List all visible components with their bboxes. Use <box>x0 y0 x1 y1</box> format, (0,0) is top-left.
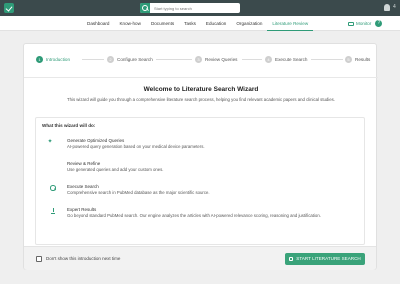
feature-title: Execute Search <box>67 184 99 189</box>
step-review-queries[interactable]: 3 Review Queries <box>195 56 237 63</box>
step-connector <box>156 59 192 60</box>
notification-count: 4 <box>393 4 396 10</box>
nav-item-documents[interactable]: Documents <box>146 16 179 31</box>
step-number: 5 <box>345 56 352 63</box>
step-label: Results <box>355 57 371 62</box>
play-icon <box>289 256 294 261</box>
nav-item-organization[interactable]: Organization <box>231 16 267 31</box>
feature-desc: Go beyond standard PubMed search. Our en… <box>67 213 321 218</box>
step-results[interactable]: 5 Results <box>345 56 370 63</box>
step-label: Execute Search <box>275 57 308 62</box>
step-configure-search[interactable]: 2 Configure Search <box>107 56 153 63</box>
step-number: 2 <box>107 56 114 63</box>
nav-right: Monitor ? <box>348 20 383 27</box>
nav-item-literature-review[interactable]: Literature Review <box>267 16 314 31</box>
nav-item-know-how[interactable]: Know-how <box>114 16 145 31</box>
global-search[interactable] <box>140 3 240 13</box>
wizard-intro: This wizard will guide you through a com… <box>67 97 335 102</box>
start-button-label: START LITERATURE SEARCH <box>296 256 361 261</box>
search-input[interactable] <box>150 5 238 11</box>
nav-item-tasks[interactable]: Tasks <box>179 16 201 31</box>
bell-icon[interactable] <box>384 4 390 11</box>
nav-item-dashboard[interactable]: Dashboard <box>82 16 114 31</box>
step-number: 1 <box>36 56 43 63</box>
feature-desc: Use generated queries and add your custo… <box>67 167 164 172</box>
features-heading: What this wizard will do: <box>42 123 96 128</box>
wizard-stepper: 1 Introduction 2 Configure Search 3 Revi… <box>24 44 378 78</box>
step-introduction[interactable]: 1 Introduction <box>36 56 70 63</box>
top-bar: 4 <box>0 0 400 16</box>
nav-items: Dashboard Know-how Documents Tasks Educa… <box>82 16 314 31</box>
search-icon <box>47 185 53 191</box>
wizard-title: Welcome to Literature Search Wizard <box>143 86 259 93</box>
help-icon[interactable]: ? <box>375 20 383 27</box>
search-icon <box>140 3 150 13</box>
checkbox-icon <box>47 162 53 168</box>
feature-title: Review & Refine <box>67 161 101 166</box>
feature-title: Expert Results <box>67 207 97 212</box>
dont-show-checkbox[interactable] <box>36 256 42 262</box>
wizard-footer: Don't show this introduction next time S… <box>24 246 376 270</box>
literature-search-wizard: 1 Introduction 2 Configure Search 3 Revi… <box>23 43 378 270</box>
step-label: Review Queries <box>205 57 238 62</box>
feature-desc: AI-powered query generation based on you… <box>67 144 205 149</box>
monitor-link[interactable]: Monitor <box>356 21 371 26</box>
step-execute-search[interactable]: 4 Execute Search <box>265 56 307 63</box>
features-panel: What this wizard will do: ✦ Generate Opt… <box>35 117 365 245</box>
step-connector <box>82 59 104 60</box>
start-literature-search-button[interactable]: START LITERATURE SEARCH <box>285 253 365 265</box>
sparkle-icon: ✦ <box>47 139 53 145</box>
step-label: Introduction <box>46 57 71 62</box>
step-connector <box>311 59 343 60</box>
step-label: Configure Search <box>117 57 153 62</box>
monitor-icon <box>348 21 354 26</box>
step-number: 3 <box>195 56 202 63</box>
step-number: 4 <box>265 56 272 63</box>
nav-item-education[interactable]: Education <box>201 16 231 31</box>
main-nav: Dashboard Know-how Documents Tasks Educa… <box>0 16 400 31</box>
app-logo-icon[interactable] <box>4 3 14 13</box>
feature-desc: Comprehensive search in PubMed database … <box>67 190 210 195</box>
export-icon <box>47 208 53 214</box>
dont-show-label[interactable]: Don't show this introduction next time <box>46 256 120 261</box>
step-connector <box>242 59 262 60</box>
feature-title: Generate Optimized Queries <box>67 138 125 143</box>
